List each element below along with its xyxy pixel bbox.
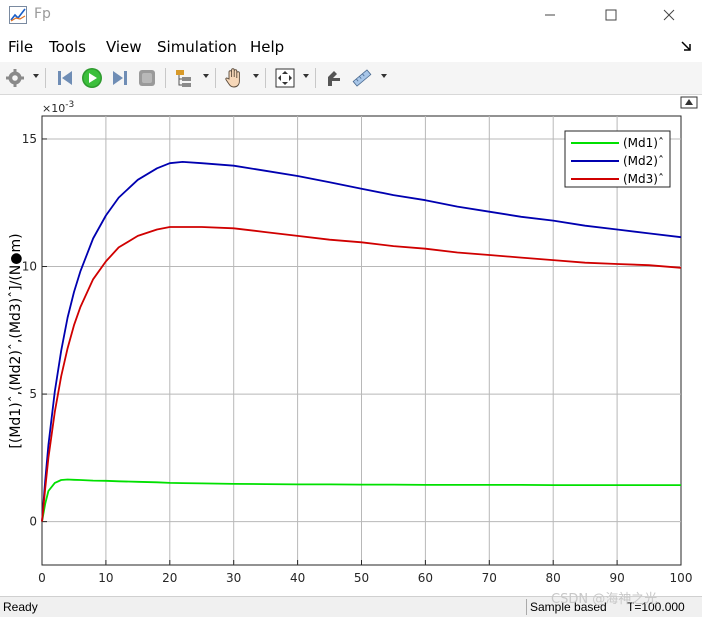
step-back-button[interactable]: [53, 66, 77, 90]
menu-simulation[interactable]: Simulation: [157, 38, 237, 56]
x-tick-label: 40: [290, 571, 305, 585]
toolbar-separator: [265, 68, 266, 88]
run-button[interactable]: [80, 66, 104, 90]
x-tick-label: 100: [670, 571, 693, 585]
close-icon: [663, 9, 675, 21]
close-button[interactable]: [646, 0, 692, 30]
menu-view[interactable]: View: [106, 38, 142, 56]
x-tick-label: 60: [418, 571, 433, 585]
x-tick-label: 20: [162, 571, 177, 585]
measure-button[interactable]: [350, 66, 374, 90]
legend-label-md3: (Md3)ˆ: [623, 172, 664, 186]
x-tick-label: 10: [98, 571, 113, 585]
step-back-icon: [58, 71, 72, 85]
stop-icon: [139, 70, 155, 86]
y-tick-labels: 0 5 10 15: [22, 132, 37, 529]
zoom-fit-icon: [275, 68, 295, 88]
x-tick-label: 50: [354, 571, 369, 585]
signal-hierarchy-icon: [176, 70, 191, 87]
step-forward-button[interactable]: [108, 66, 132, 90]
toolbar-separator: [45, 68, 46, 88]
expand-arrow-icon[interactable]: [680, 40, 692, 52]
zoom-fit-button[interactable]: [273, 66, 297, 90]
legend[interactable]: (Md1)ˆ (Md2)ˆ (Md3)ˆ: [564, 130, 671, 188]
toolbar-separator: [215, 68, 216, 88]
maximize-button[interactable]: [588, 0, 634, 30]
y-tick-label: 5: [29, 387, 37, 401]
pan-button[interactable]: [222, 66, 246, 90]
pan-dropdown-arrow[interactable]: [253, 74, 259, 78]
signal-dropdown-arrow[interactable]: [203, 74, 209, 78]
run-icon: [82, 68, 102, 88]
menu-bar: File Tools View Simulation Help: [0, 30, 702, 62]
y-axis-label: [(Md1)ˆ,(Md2)ˆ,(Md3)ˆ]/(N●m): [8, 233, 24, 448]
x-tick-labels: 0 10 20 30 40 50 60 70 80 90 100: [38, 571, 692, 585]
y-tick-label: 0: [29, 515, 37, 529]
signal-hierarchy-button[interactable]: [172, 66, 196, 90]
legend-label-md2: (Md2)ˆ: [623, 154, 664, 168]
highlight-icon: [328, 71, 340, 86]
status-ready: Ready: [3, 600, 38, 614]
pan-icon: [225, 68, 240, 88]
x-tick-label: 30: [226, 571, 241, 585]
toolbar: [0, 62, 702, 95]
x-tick-label: 70: [482, 571, 497, 585]
status-separator: [526, 599, 527, 615]
exponent-label: ×10-3: [42, 100, 74, 115]
plot-area: 0 10 20 30 40 50 60 70 80 90 100 0 5 10 15 ×10-3 [(Md…: [0, 95, 702, 596]
menu-help[interactable]: Help: [250, 38, 284, 56]
settings-icon: [6, 69, 24, 87]
stop-button[interactable]: [135, 66, 159, 90]
matlab-app-icon: [9, 6, 27, 24]
measure-icon: [352, 69, 372, 87]
watermark: CSDN @海神之光: [551, 592, 658, 607]
measure-dropdown-arrow[interactable]: [381, 74, 387, 78]
minimize-button[interactable]: [527, 0, 573, 30]
window-title: Fp: [34, 6, 51, 22]
x-tick-label: 80: [546, 571, 561, 585]
x-tick-label: 0: [38, 571, 46, 585]
toolbar-separator: [315, 68, 316, 88]
settings-button[interactable]: [3, 66, 27, 90]
undock-button[interactable]: [680, 96, 698, 109]
x-tick-label: 90: [609, 571, 624, 585]
scope-chart: 0 10 20 30 40 50 60 70 80 90 100 0 5 10 15 ×10-3 [(Md…: [8, 96, 698, 585]
title-bar: Fp: [0, 0, 702, 30]
menu-tools[interactable]: Tools: [49, 38, 86, 56]
y-tick-label: 15: [22, 132, 37, 146]
highlight-button[interactable]: [322, 66, 346, 90]
minimize-icon: [545, 14, 555, 16]
menu-file[interactable]: File: [8, 38, 33, 56]
maximize-icon: [605, 9, 617, 21]
y-tick-label: 10: [22, 260, 37, 274]
step-forward-icon: [113, 71, 127, 85]
settings-dropdown-arrow[interactable]: [33, 74, 39, 78]
legend-label-md1: (Md1)ˆ: [623, 136, 664, 150]
zoom-dropdown-arrow[interactable]: [303, 74, 309, 78]
toolbar-separator: [165, 68, 166, 88]
